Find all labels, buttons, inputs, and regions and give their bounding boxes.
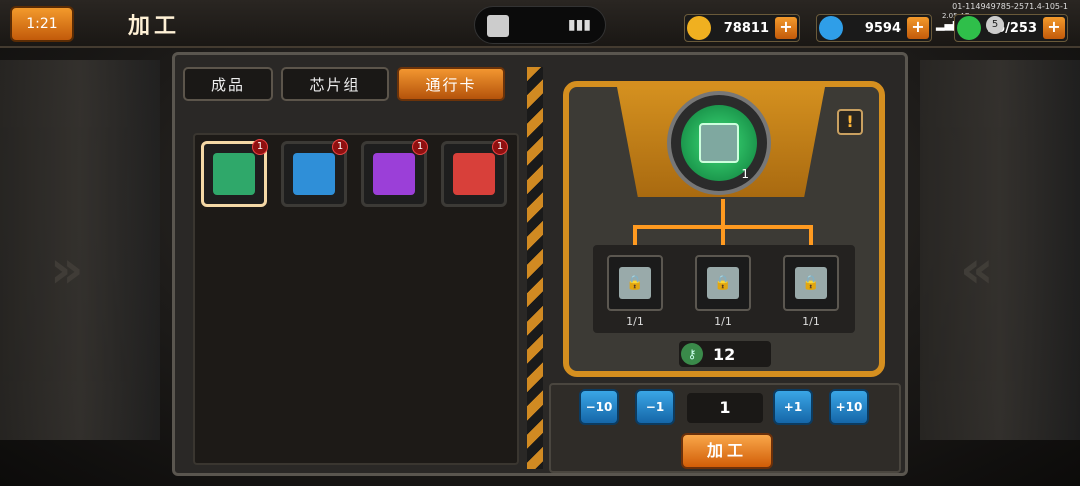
top-bar: 1:21 加工 ▮▮▮ 78811 + 9594 + ▂▄▆ 2.05 4G 5…: [0, 0, 1080, 48]
back-button[interactable]: 1:21: [10, 6, 74, 42]
tab-pass-cards[interactable]: 通行卡: [397, 67, 505, 101]
cube-icon: [373, 153, 415, 195]
energy-counter: 56/253 +: [954, 14, 1068, 42]
page-title: 加工: [128, 14, 181, 39]
add-crystal-button[interactable]: +: [907, 17, 929, 39]
inventory-pane: 成品 芯片组 通行卡 1 1 1 1: [183, 67, 523, 467]
notification-badge[interactable]: 5: [986, 16, 1004, 34]
add-gold-button[interactable]: +: [775, 17, 797, 39]
lock-icon: 🔒: [707, 267, 739, 299]
key-counter: ⚷ 12: [679, 341, 771, 367]
gold-counter: 78811 +: [684, 14, 800, 42]
plus-1-button[interactable]: +1: [773, 389, 813, 425]
craft-target[interactable]: 1: [667, 91, 771, 195]
minus-1-button[interactable]: −1: [635, 389, 675, 425]
pass-card-green[interactable]: 1: [201, 139, 268, 207]
quantity-field[interactable]: 1: [687, 393, 763, 423]
device-id-text: 01-114949785-2571.4-105-1: [952, 2, 1068, 11]
crystal-icon: [819, 16, 843, 40]
craft-button[interactable]: 加工: [681, 433, 773, 469]
lock-icon: 🔒: [795, 267, 827, 299]
cube-icon: [293, 153, 335, 195]
recipe-box: 1 ! 🔒 1/1 🔒 1/1 🔒 1/1 ⚷ 12: [563, 81, 885, 377]
material-count: 1/1: [714, 315, 732, 328]
left-door: »: [0, 60, 160, 440]
materials-area: 🔒 1/1 🔒 1/1 🔒 1/1: [593, 245, 855, 333]
tab-chipsets[interactable]: 芯片组: [281, 67, 389, 101]
target-count: 1: [741, 167, 749, 181]
app-icon: [487, 15, 509, 37]
count-badge: 1: [492, 139, 508, 155]
material-count: 1/1: [802, 315, 820, 328]
quantity-controls: −10 −1 1 +1 +10 加工: [549, 383, 901, 473]
right-door: «: [920, 60, 1080, 440]
key-icon: ⚷: [681, 343, 703, 365]
pass-card-red[interactable]: 1: [441, 139, 508, 207]
hazard-divider: [527, 67, 543, 469]
minus-10-button[interactable]: −10: [579, 389, 619, 425]
pass-card-purple[interactable]: 1: [361, 139, 428, 207]
tab-products[interactable]: 成品: [183, 67, 273, 101]
cube-icon: [699, 123, 739, 163]
add-energy-button[interactable]: +: [1043, 17, 1065, 39]
info-icon[interactable]: !: [837, 109, 863, 135]
cube-icon: [453, 153, 495, 195]
lock-icon: 🔒: [619, 267, 651, 299]
craft-pane: 1 ! 🔒 1/1 🔒 1/1 🔒 1/1 ⚷ 12 −10 −1 1 +1 +…: [549, 65, 901, 473]
audio-wave-icon: ▮▮▮: [567, 17, 591, 33]
material-count: 1/1: [626, 315, 644, 328]
item-grid: 1 1 1 1: [193, 133, 519, 465]
count-badge: 1: [252, 139, 268, 155]
material-slot[interactable]: 🔒: [695, 255, 751, 311]
material-slot[interactable]: 🔒: [607, 255, 663, 311]
cube-icon: [213, 153, 255, 195]
crystal-value: 9594: [864, 20, 901, 36]
energy-icon: [957, 16, 981, 40]
crafting-panel: 成品 芯片组 通行卡 1 1 1 1 1 ! 🔒 1/1 🔒 1/1 🔒 1/1…: [172, 52, 908, 476]
category-tabs: 成品 芯片组 通行卡: [183, 67, 523, 101]
key-value: 12: [713, 344, 736, 364]
material-slot[interactable]: 🔒: [783, 255, 839, 311]
media-pill[interactable]: ▮▮▮: [474, 6, 606, 44]
plus-10-button[interactable]: +10: [829, 389, 869, 425]
pass-card-blue[interactable]: 1: [281, 139, 348, 207]
crystal-counter: 9594 +: [816, 14, 932, 42]
count-badge: 1: [332, 139, 348, 155]
count-badge: 1: [412, 139, 428, 155]
coin-icon: [687, 16, 711, 40]
gold-value: 78811: [723, 20, 769, 36]
